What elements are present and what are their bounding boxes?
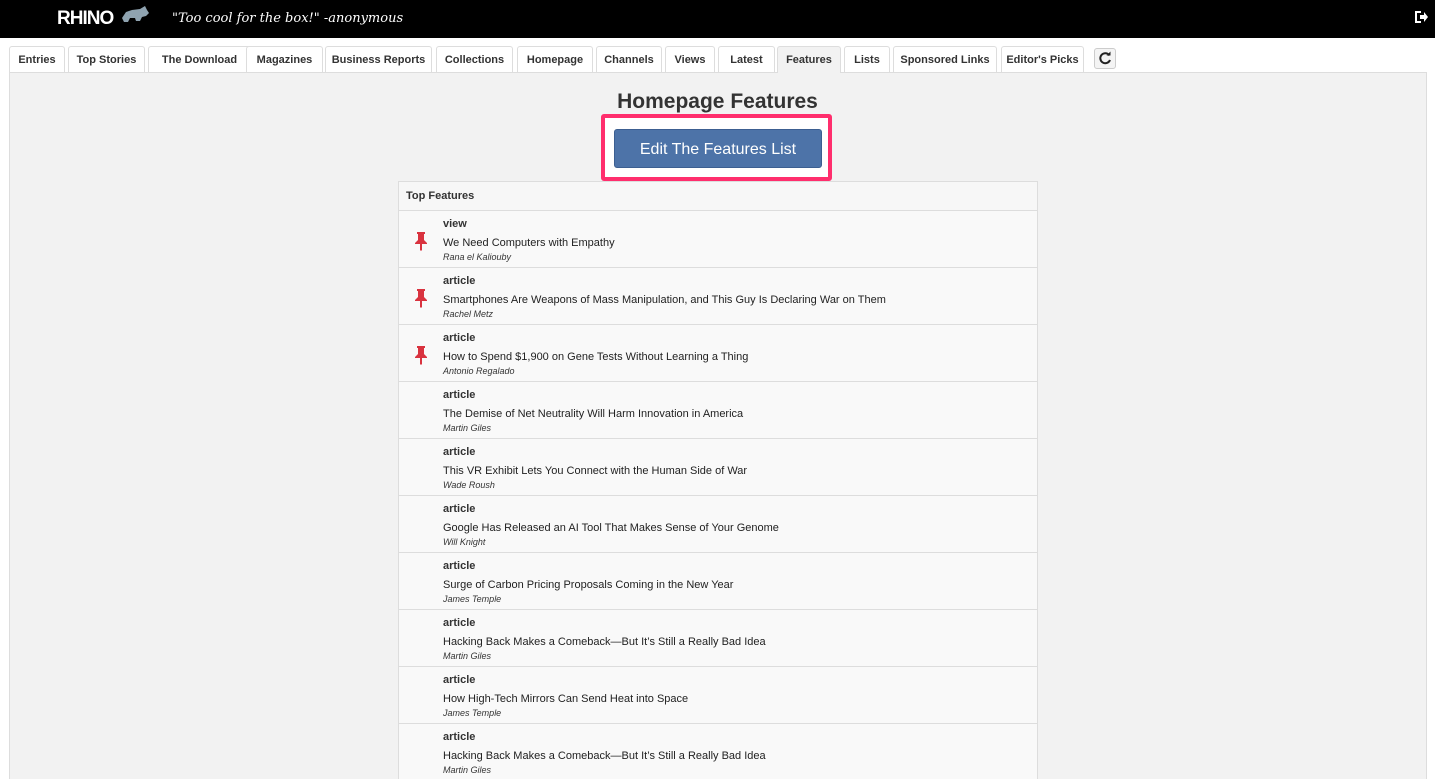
- list-item[interactable]: article How to Spend $1,900 on Gene Tests…: [399, 325, 1037, 382]
- item-author: James Temple: [443, 594, 502, 604]
- item-author: Antonio Regalado: [443, 366, 515, 376]
- list-item[interactable]: article Hacking Back Makes a Comeback—But…: [399, 724, 1037, 779]
- item-type: view: [443, 218, 467, 230]
- item-title[interactable]: How High-Tech Mirrors Can Send Heat into…: [443, 693, 688, 705]
- list-item[interactable]: view We Need Computers with Empathy Rana e…: [399, 211, 1037, 268]
- item-author: Martin Giles: [443, 651, 492, 661]
- tab-features[interactable]: Features: [777, 46, 841, 73]
- tab-top-stories[interactable]: Top Stories: [68, 46, 145, 72]
- item-author: Martin Giles: [443, 423, 492, 433]
- item-type: article: [443, 560, 476, 572]
- list-item[interactable]: article Surge of Carbon Pricing Proposals…: [399, 553, 1037, 610]
- tab-the-download[interactable]: The Download: [148, 46, 251, 72]
- item-title[interactable]: The Demise of Net Neutrality Will Harm I…: [443, 408, 743, 420]
- refresh-button[interactable]: [1094, 48, 1116, 69]
- item-author: Martin Giles: [443, 765, 492, 775]
- item-title[interactable]: How to Spend $1,900 on Gene Tests Withou…: [443, 351, 748, 363]
- item-type: article: [443, 731, 476, 743]
- item-type: article: [443, 332, 476, 344]
- list-item[interactable]: article Smartphones Are Weapons of Mass M…: [399, 268, 1037, 325]
- pin-icon[interactable]: [413, 231, 429, 251]
- item-type: article: [443, 674, 476, 686]
- item-title[interactable]: We Need Computers with Empathy: [443, 237, 615, 249]
- list-item[interactable]: article How High-Tech Mirrors Can Send He…: [399, 667, 1037, 724]
- pin-icon[interactable]: [413, 345, 429, 365]
- tab-views[interactable]: Views: [665, 46, 715, 72]
- tab-homepage[interactable]: Homepage: [517, 46, 593, 72]
- tab-sponsored-links[interactable]: Sponsored Links: [893, 46, 997, 72]
- list-item[interactable]: article Google Has Released an AI Tool Th…: [399, 496, 1037, 553]
- list-header: Top Features: [399, 182, 1037, 211]
- item-title[interactable]: This VR Exhibit Lets You Connect with th…: [443, 465, 747, 477]
- tab-lists[interactable]: Lists: [844, 46, 890, 72]
- top-navbar: RHINO "Too cool for the box!" -anonymous: [0, 0, 1435, 38]
- list-item[interactable]: article Hacking Back Makes a Comeback—But…: [399, 610, 1037, 667]
- tab-channels[interactable]: Channels: [596, 46, 662, 72]
- item-title[interactable]: Google Has Released an AI Tool That Make…: [443, 522, 779, 534]
- item-type: article: [443, 617, 476, 629]
- item-author: Rana el Kaliouby: [443, 252, 512, 262]
- page-title: Homepage Features: [617, 90, 818, 113]
- top-features-list: Top Features view We Need Computers with …: [398, 181, 1038, 779]
- item-type: article: [443, 389, 476, 401]
- list-item[interactable]: article This VR Exhibit Lets You Connect …: [399, 439, 1037, 496]
- tab-magazines[interactable]: Magazines: [246, 46, 323, 72]
- item-title[interactable]: Hacking Back Makes a Comeback—But It’s S…: [443, 636, 766, 648]
- rhino-logo-icon: [122, 6, 149, 22]
- item-title[interactable]: Hacking Back Makes a Comeback—But It’s S…: [443, 750, 766, 762]
- item-title[interactable]: Smartphones Are Weapons of Mass Manipula…: [443, 294, 886, 306]
- item-type: article: [443, 446, 476, 458]
- tab-business-reports[interactable]: Business Reports: [325, 46, 432, 72]
- item-type: article: [443, 275, 476, 287]
- tab-latest[interactable]: Latest: [718, 46, 775, 72]
- tab-editors-picks[interactable]: Editor's Picks: [1001, 46, 1084, 72]
- edit-features-list-button[interactable]: Edit The Features List: [614, 129, 822, 168]
- item-author: James Temple: [443, 708, 502, 718]
- tagline: "Too cool for the box!" -anonymous: [172, 11, 404, 26]
- rhino-logo-text[interactable]: RHINO: [57, 8, 114, 30]
- logout-icon[interactable]: [1413, 9, 1429, 25]
- item-type: article: [443, 503, 476, 515]
- item-author: Wade Roush: [443, 480, 495, 490]
- pin-icon[interactable]: [413, 288, 429, 308]
- item-author: Will Knight: [443, 537, 486, 547]
- tab-entries[interactable]: Entries: [9, 46, 65, 72]
- item-author: Rachel Metz: [443, 309, 494, 319]
- item-title[interactable]: Surge of Carbon Pricing Proposals Coming…: [443, 579, 733, 591]
- list-item[interactable]: article The Demise of Net Neutrality Will…: [399, 382, 1037, 439]
- refresh-icon: [1099, 51, 1111, 65]
- tab-collections[interactable]: Collections: [436, 46, 513, 72]
